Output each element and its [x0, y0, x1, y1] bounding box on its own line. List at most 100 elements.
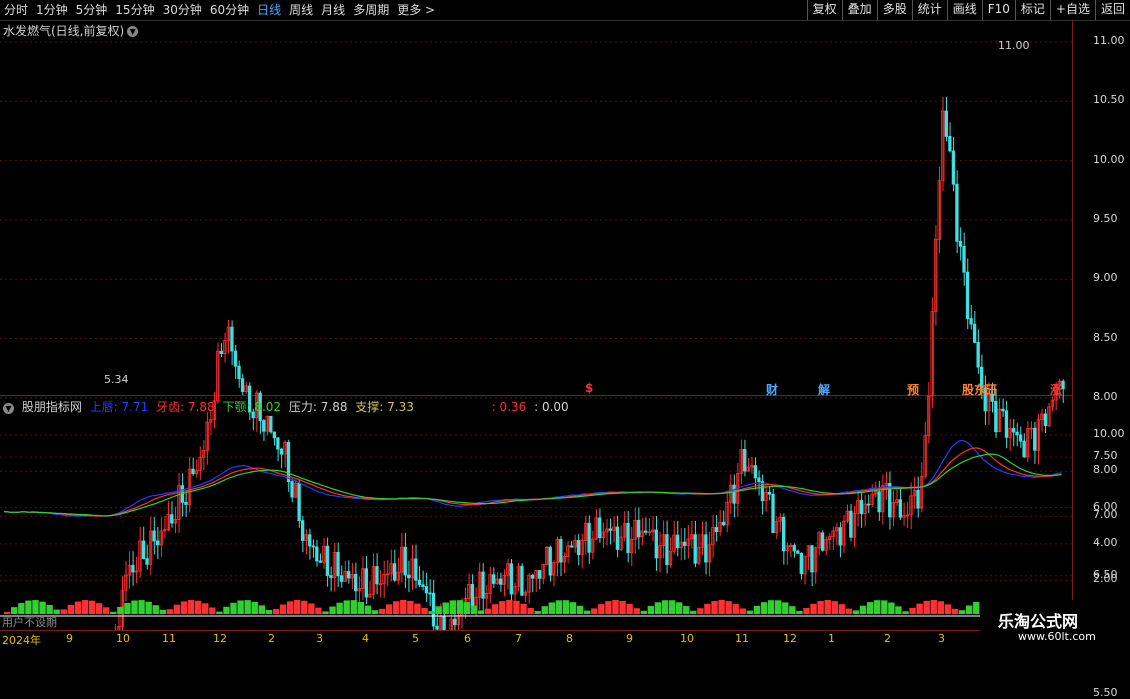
histogram-bar — [654, 602, 662, 614]
histogram-bar — [711, 601, 718, 614]
period-tab-3[interactable]: 15分钟 — [111, 0, 158, 20]
date-label: 4 — [362, 632, 369, 645]
histogram-bar — [973, 601, 980, 614]
candle-body — [530, 574, 535, 579]
kline-y-tick: 10.00 — [1093, 152, 1125, 166]
period-tab-5[interactable]: 60分钟 — [206, 0, 253, 20]
histogram-bar — [152, 605, 159, 614]
histogram-bar — [18, 603, 25, 614]
kline-chart[interactable] — [0, 20, 1072, 630]
chevron-down-icon[interactable]: ▼ — [3, 403, 14, 414]
candle-body — [972, 323, 977, 343]
action-button-5[interactable]: F10 — [981, 0, 1015, 20]
candle-body — [866, 503, 871, 506]
candle-body — [654, 529, 658, 559]
period-tab-2[interactable]: 5分钟 — [72, 0, 112, 20]
candle-body — [354, 573, 358, 592]
action-button-2[interactable]: 多股 — [876, 0, 912, 20]
histogram-bar — [223, 606, 230, 614]
candle-body — [626, 522, 630, 554]
kline-y-tick: 8.50 — [1093, 330, 1118, 344]
histogram-bar — [180, 601, 188, 614]
histogram-bar — [803, 608, 810, 614]
action-buttons: 复权 叠加 多股 统计 画线 F10 标记 +自选 返回 — [806, 0, 1130, 20]
histogram-bar — [668, 600, 676, 614]
kline-y-tick: 9.50 — [1093, 211, 1118, 225]
candle-body — [675, 534, 680, 549]
candle-body — [233, 350, 238, 367]
action-button-8[interactable]: 返回 — [1094, 0, 1130, 20]
low-price-label: 5.34 — [104, 373, 129, 386]
candle-body — [1011, 428, 1016, 433]
candle-body — [838, 527, 842, 546]
indicator-y-tick: 2.00 — [1093, 572, 1118, 586]
action-button-0[interactable]: 复权 — [806, 0, 842, 20]
histogram-bar — [244, 600, 251, 614]
action-button-3[interactable]: 统计 — [911, 0, 947, 20]
histogram-bar — [661, 600, 669, 614]
period-tab-9[interactable]: 多周期 — [349, 0, 393, 20]
period-tab-1[interactable]: 1分钟 — [32, 0, 72, 20]
histogram-bar — [449, 600, 456, 614]
candle-body — [948, 135, 952, 152]
candle-body — [414, 558, 418, 581]
period-tab-4[interactable]: 30分钟 — [159, 0, 206, 20]
period-toolbar: 分时 1分钟 5分钟 15分钟 30分钟 60分钟 日线 周线 月线 多周期 更多 > 复权 叠加 多股… — [0, 0, 1130, 21]
candle-body — [364, 568, 368, 598]
value2: : 0.00 — [534, 400, 569, 414]
histogram-bar — [364, 605, 372, 614]
event-marker[interactable]: 预 — [907, 381, 919, 398]
candle-body — [325, 545, 330, 576]
histogram-bar — [435, 606, 442, 614]
period-tab-7[interactable]: 周线 — [285, 0, 317, 20]
histogram-bar — [81, 600, 89, 614]
histogram-bar — [817, 600, 824, 614]
candle-body — [290, 481, 294, 498]
histogram-bar — [647, 606, 655, 614]
teeth-value: 牙齿: 7.88 — [156, 400, 215, 414]
period-tab-6[interactable]: 日线 — [253, 0, 285, 20]
histogram-bar — [32, 600, 39, 614]
period-tab-8[interactable]: 月线 — [317, 0, 349, 20]
histogram-bar — [294, 600, 301, 614]
histogram-bar — [371, 610, 379, 614]
event-marker[interactable]: $ — [585, 381, 593, 395]
action-button-7[interactable]: +自选 — [1049, 0, 1095, 20]
period-tab-10[interactable]: 更多 > — [393, 0, 439, 20]
candle-body — [767, 491, 772, 495]
event-marker[interactable]: 股东 — [962, 381, 986, 398]
event-marker[interactable]: 涨 — [1050, 381, 1062, 398]
candle-body — [693, 534, 697, 564]
date-label: 3 — [316, 632, 323, 645]
histogram-bar — [407, 600, 414, 614]
indicator-line-upper_lip — [3, 439, 1062, 517]
histogram-bar — [46, 605, 53, 614]
histogram-bar — [329, 606, 336, 614]
histogram-bar — [124, 602, 131, 614]
histogram-bar — [895, 606, 902, 614]
kline-y-tick: 11.00 — [1093, 34, 1125, 47]
event-marker[interactable]: 解 — [818, 381, 830, 398]
event-marker[interactable]: 研 — [985, 381, 997, 398]
histogram-bar — [378, 608, 386, 614]
candle-body — [955, 183, 959, 242]
histogram-bar — [831, 601, 838, 614]
candle-body — [145, 558, 149, 565]
histogram-bar — [782, 602, 789, 614]
histogram-bar — [704, 603, 711, 614]
period-tab-0[interactable]: 分时 — [0, 0, 32, 20]
event-marker[interactable]: 财 — [766, 381, 778, 398]
indicator-title[interactable]: ▼ 股朋指标网 上唇: 7.71 牙齿: 7.88 下颚: 8.02 压力: 7… — [3, 398, 573, 415]
histogram-bar — [739, 608, 746, 614]
candle-body — [435, 625, 439, 630]
watermark: 乐淘公式网 www.60lt.com — [980, 600, 1130, 650]
histogram-bar — [393, 601, 400, 614]
histogram-bar — [202, 603, 209, 614]
histogram-bar — [506, 600, 513, 614]
action-button-4[interactable]: 画线 — [946, 0, 982, 20]
candle-body — [170, 514, 174, 524]
indicator-line-lower_jaw — [3, 453, 1062, 517]
histogram-bar — [774, 600, 782, 614]
action-button-6[interactable]: 标记 — [1014, 0, 1050, 20]
action-button-1[interactable]: 叠加 — [841, 0, 877, 20]
